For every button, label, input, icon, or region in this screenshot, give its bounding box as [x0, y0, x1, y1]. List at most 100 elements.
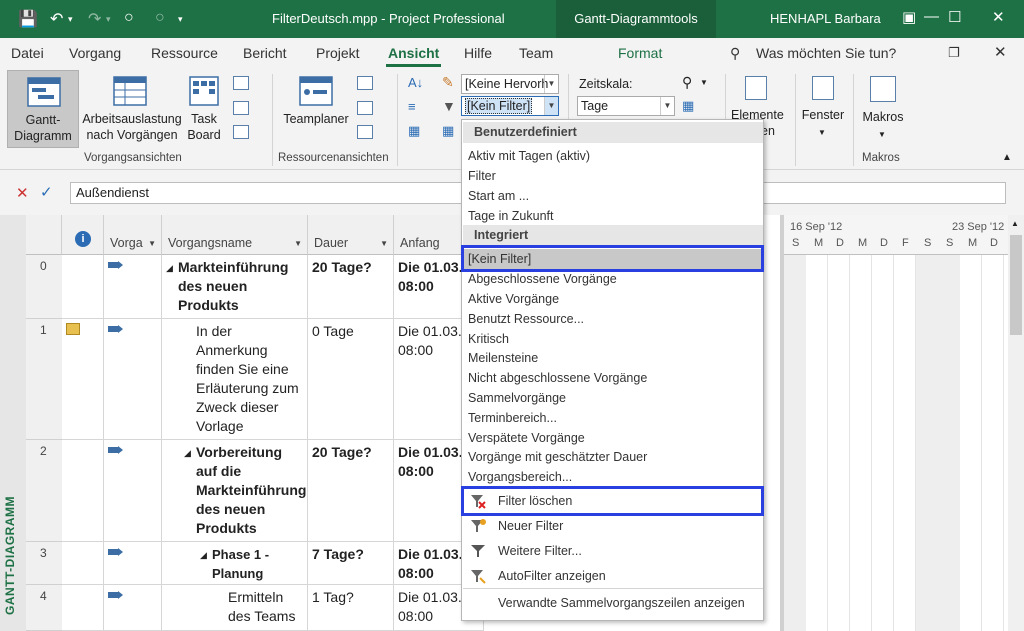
filter-option[interactable]: Aktiv mit Tagen (aktiv): [468, 147, 590, 165]
new-filter-command[interactable]: Neuer Filter: [498, 519, 563, 533]
header-duration[interactable]: Dauer ▼: [308, 215, 394, 255]
macros-icon[interactable]: [870, 76, 896, 102]
task-mode-cell[interactable]: [104, 440, 162, 542]
row-id-4[interactable]: 4: [26, 585, 62, 631]
filter-option[interactable]: Meilensteine: [468, 349, 538, 367]
autofilter-command[interactable]: AutoFilter anzeigen: [498, 569, 606, 583]
info-cell[interactable]: [62, 319, 104, 440]
filter-option[interactable]: Benutzt Ressource...: [468, 310, 584, 328]
team-planner-icon[interactable]: [299, 76, 333, 106]
duration-cell[interactable]: 20 Tage?: [308, 255, 394, 319]
calendar-view-icon[interactable]: [233, 76, 249, 90]
filter-option[interactable]: Start am ...: [468, 187, 529, 205]
restore-window-icon[interactable]: ❐: [948, 45, 960, 61]
filter-option[interactable]: Sammelvorgänge: [468, 389, 566, 407]
header-task-name[interactable]: Vorgangsname ▼: [162, 215, 308, 255]
filter-option[interactable]: Filter: [468, 167, 496, 185]
task-mode-cell[interactable]: [104, 542, 162, 585]
chevron-down-icon[interactable]: ▼: [700, 78, 708, 87]
tab-format[interactable]: Format: [618, 45, 662, 61]
chevron-down-icon[interactable]: ▼: [544, 97, 558, 115]
header-info[interactable]: i: [62, 215, 104, 255]
row-id-0[interactable]: 0: [26, 255, 62, 319]
filter-option[interactable]: Nicht abgeschlossene Vorgänge: [468, 369, 647, 387]
chevron-down-icon[interactable]: ▼: [294, 239, 302, 248]
timescale-header[interactable]: 16 Sep '12 23 Sep '12 S M D M D F S S M …: [784, 215, 1024, 255]
task-board-label-2[interactable]: Board: [180, 128, 228, 143]
timeline-icon[interactable]: [745, 76, 767, 100]
tab-ressource[interactable]: Ressource: [151, 45, 218, 61]
task-name-cell[interactable]: ◢ Markteinführung des neuen Produkts: [162, 255, 308, 319]
task-usage-label-1[interactable]: Arbeitsauslastung: [80, 112, 184, 127]
tab-datei[interactable]: Datei: [11, 45, 44, 61]
sort-icon[interactable]: A↓: [408, 75, 423, 90]
ribbon-display-icon[interactable]: ▣: [902, 8, 916, 26]
timescale-combo[interactable]: Tage ▼: [577, 96, 675, 116]
chevron-down-icon[interactable]: ▼: [878, 130, 886, 139]
task-board-label-1[interactable]: Task: [184, 112, 224, 127]
collapse-icon[interactable]: ◢: [166, 259, 173, 278]
filter-option[interactable]: Terminbereich...: [468, 409, 557, 427]
window-label[interactable]: Fenster: [800, 108, 846, 123]
customize-qat-icon[interactable]: ▾: [178, 14, 183, 25]
highlight-icon[interactable]: ✎: [442, 74, 454, 91]
close-window-icon[interactable]: ✕: [994, 43, 1007, 61]
task-name-cell[interactable]: ◢ Vorbereitung auf die Markteinführung d…: [162, 440, 308, 542]
task-name-cell[interactable]: ◢ Phase 1 - Planung: [162, 542, 308, 585]
team-planner-label[interactable]: Teamplaner: [280, 112, 352, 127]
task-mode-cell[interactable]: [104, 319, 162, 440]
chevron-down-icon[interactable]: ▼: [380, 239, 388, 248]
task-name-cell[interactable]: Ermitteln des Teams für die: [162, 585, 308, 631]
gantt-diagram-button[interactable]: Gantt- Diagramm: [7, 70, 79, 148]
outline-icon[interactable]: ≡: [408, 99, 416, 114]
duration-cell[interactable]: 0 Tage: [308, 319, 394, 440]
row-id-1[interactable]: 1: [26, 319, 62, 440]
header-task-mode[interactable]: Vorga ▼: [104, 215, 162, 255]
info-cell[interactable]: [62, 585, 104, 631]
close-button[interactable]: ✕: [992, 8, 1005, 26]
tab-hilfe[interactable]: Hilfe: [464, 45, 492, 61]
duration-cell[interactable]: 1 Tag?: [308, 585, 394, 631]
filter-option[interactable]: Verspätete Vorgänge: [468, 429, 585, 447]
info-cell[interactable]: [62, 542, 104, 585]
task-usage-icon[interactable]: [113, 76, 147, 106]
zoom-icon[interactable]: ⚲: [682, 74, 692, 91]
redo-dropdown-icon[interactable]: ▾: [106, 14, 111, 25]
tab-vorgang[interactable]: Vorgang: [69, 45, 121, 61]
tab-projekt[interactable]: Projekt: [316, 45, 360, 61]
tables-icon[interactable]: ▦: [408, 123, 420, 139]
user-name[interactable]: HENHAPL Barbara: [770, 11, 881, 26]
filter-funnel-icon[interactable]: ▼: [442, 98, 456, 114]
chevron-down-icon[interactable]: ▼: [660, 97, 674, 115]
group-by-icon[interactable]: ▦: [442, 123, 454, 139]
info-cell[interactable]: [62, 440, 104, 542]
filter-option[interactable]: Vorgänge mit geschätzter Dauer: [468, 448, 647, 466]
task-board-icon[interactable]: [189, 76, 219, 106]
chevron-down-icon[interactable]: ▼: [818, 128, 826, 137]
duration-cell[interactable]: 7 Tage?: [308, 542, 394, 585]
redo-icon[interactable]: ↷: [88, 9, 101, 29]
resource-sheet-icon[interactable]: [357, 101, 373, 115]
filter-option[interactable]: Kritisch: [468, 330, 509, 348]
network-diagram-icon[interactable]: [233, 101, 249, 115]
undo-dropdown-icon[interactable]: ▾: [68, 14, 73, 25]
minimize-button[interactable]: —: [924, 8, 939, 25]
maximize-button[interactable]: ☐: [948, 8, 961, 26]
save-icon[interactable]: 💾: [18, 9, 38, 29]
highlight-combo[interactable]: [Keine Hervorh ▼: [461, 74, 559, 94]
more-filters-command[interactable]: Weitere Filter...: [498, 544, 582, 558]
filter-option[interactable]: Vorgangsbereich...: [468, 468, 572, 486]
task-name-cell[interactable]: In der Anmerkung finden Sie eine Erläute…: [162, 319, 308, 440]
vertical-scrollbar[interactable]: ▲: [1008, 215, 1024, 631]
task-mode-cell[interactable]: [104, 585, 162, 631]
collapse-icon[interactable]: ◢: [200, 546, 207, 565]
undo-icon[interactable]: ↶: [50, 9, 63, 29]
note-icon[interactable]: [66, 323, 80, 335]
confirm-entry-icon[interactable]: ✓: [40, 183, 53, 201]
filter-option[interactable]: Aktive Vorgänge: [468, 290, 559, 308]
collapse-ribbon-icon[interactable]: ▲: [1002, 152, 1012, 163]
circle-icon[interactable]: ○: [124, 9, 134, 27]
chevron-down-icon[interactable]: ▼: [148, 239, 156, 248]
filter-option[interactable]: Tage in Zukunft: [468, 207, 553, 225]
tab-bericht[interactable]: Bericht: [243, 45, 287, 61]
